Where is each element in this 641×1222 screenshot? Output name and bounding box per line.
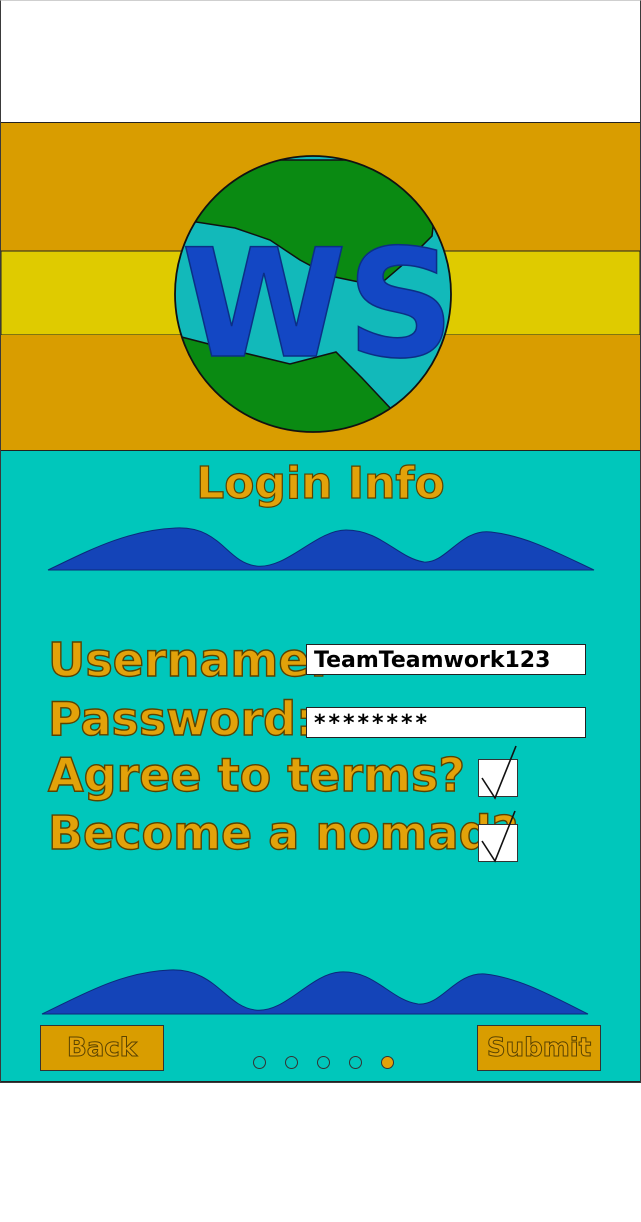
page-dot-4[interactable]: [349, 1056, 362, 1069]
password-input[interactable]: ********: [306, 707, 586, 738]
submit-button[interactable]: Submit: [477, 1025, 601, 1071]
logo-monogram: WS: [181, 218, 455, 392]
back-button[interactable]: Back: [40, 1025, 164, 1071]
checkmark-icon: [481, 810, 516, 863]
become-nomad-checkbox[interactable]: [478, 810, 518, 863]
page-title: Login Info: [196, 457, 446, 509]
page-dot-1[interactable]: [253, 1056, 266, 1069]
page-dot-5[interactable]: [381, 1056, 394, 1069]
globe-logo: WS: [174, 155, 456, 433]
checkmark-icon: [481, 745, 517, 800]
top-wave-divider: [47, 527, 595, 571]
username-label: Username:: [47, 633, 328, 687]
page-dot-2[interactable]: [285, 1056, 298, 1069]
agree-terms-label: Agree to terms?: [47, 748, 466, 802]
page-dot-3[interactable]: [317, 1056, 330, 1069]
agree-terms-checkbox[interactable]: [478, 745, 518, 800]
bottom-wave-divider: [41, 969, 589, 1015]
pagination-dots: [253, 1056, 394, 1069]
password-label: Password:: [47, 692, 315, 746]
username-input[interactable]: TeamTeamwork123: [306, 644, 586, 675]
become-nomad-label: Become a nomad?: [47, 806, 519, 860]
